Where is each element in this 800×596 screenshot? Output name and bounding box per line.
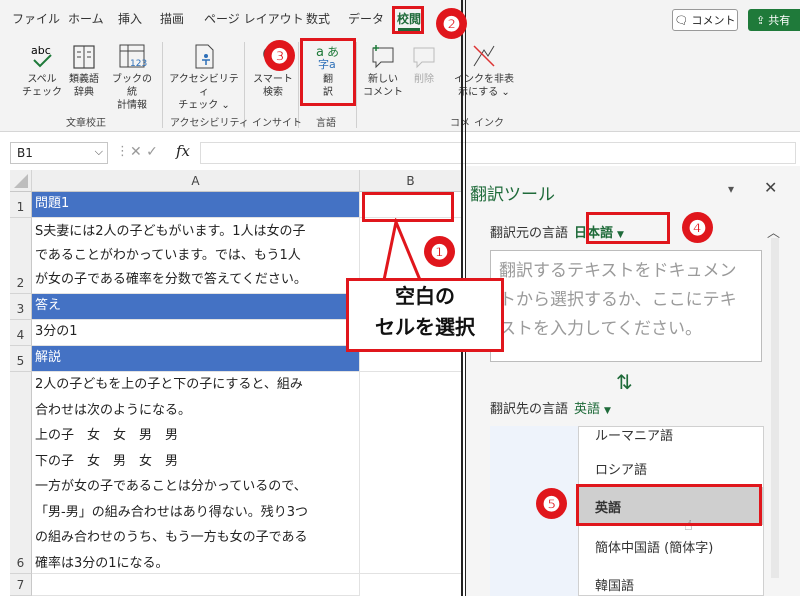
formula-input[interactable] [200, 142, 796, 164]
row-header[interactable]: 4 [10, 320, 32, 346]
close-icon[interactable]: ✕ [764, 178, 777, 197]
tab-home[interactable]: ホーム [68, 10, 104, 27]
translator-title: 翻訳ツール [470, 185, 555, 205]
tab-page-layout[interactable]: ページ レイアウト [204, 10, 304, 27]
insert-function-button[interactable]: fx [176, 142, 190, 160]
cell-a4[interactable]: 3分の1 [32, 320, 360, 346]
target-language-select[interactable]: 英語 ▼ [574, 398, 611, 417]
hide-ink-button[interactable]: インクを非表 示にする ⌄ [446, 42, 522, 99]
ribbon: abc スペル チェック 類義語 辞典 123 ブックの統 計情報 アクセシビリ… [0, 34, 800, 132]
language-option[interactable]: 簡体中国語 (簡体字) [579, 527, 763, 565]
column-header-a[interactable]: A [32, 170, 360, 192]
delete-comment-button[interactable]: 削除 [406, 42, 442, 86]
tab-draw[interactable]: 描画 [160, 10, 184, 27]
workbook-statistics-label: ブックの統 計情報 [112, 74, 152, 111]
workbook-statistics-icon: 123 [108, 42, 156, 70]
cell-a1[interactable]: 問題1 [32, 192, 360, 218]
step-4-badge: ❹ [682, 212, 713, 243]
row-header[interactable]: 7 [10, 574, 32, 596]
language-option[interactable]: ロシア語 [579, 449, 763, 487]
share-button-label: 共有 [768, 14, 791, 27]
highlight-source-language [586, 212, 670, 244]
spell-check-icon: abc [22, 42, 62, 70]
group-separator [162, 42, 163, 128]
chevron-down-icon[interactable]: ⌵ [95, 145, 103, 159]
cell-b6[interactable] [360, 372, 462, 574]
name-box-value: B1 [17, 146, 33, 160]
source-text-input[interactable]: 翻訳するテキストをドキュメントから選択するか、ここにテキストを入力してください。 [490, 250, 762, 362]
caret-down-icon: ▼ [604, 406, 611, 416]
target-language-value: 英語 [574, 402, 601, 417]
cancel-confirm-icons: ✕ ✓ [130, 144, 158, 160]
svg-text:abc: abc [31, 44, 51, 57]
source-language-label: 翻訳元の言語 [490, 226, 569, 241]
step-2-badge: ❷ [436, 8, 467, 39]
highlight-translate-button [300, 38, 356, 106]
cell-a2[interactable]: S夫妻には2人の子どもがいます。1人は女の子 であることがわかっています。では、… [32, 218, 360, 294]
cell-a7[interactable] [32, 574, 360, 596]
thesaurus-icon [64, 42, 104, 70]
accessibility-icon [168, 42, 240, 70]
svg-text:123: 123 [130, 59, 147, 69]
group-label-insights: インサイト [252, 118, 302, 129]
target-language-row: 翻訳先の言語 英語 ▼ [490, 398, 611, 417]
column-header-b[interactable]: B [360, 170, 462, 192]
tab-data[interactable]: データ [348, 10, 384, 27]
cell-a3[interactable]: 答え [32, 294, 360, 320]
accessibility-check-button[interactable]: アクセシビリティ チェック ⌄ [168, 42, 240, 112]
cell-a5[interactable]: 解説 [32, 346, 360, 372]
pane-scrollbar[interactable] [771, 238, 779, 578]
spell-check-label: スペル チェック [22, 74, 62, 98]
delete-comment-label: 削除 [414, 74, 434, 85]
group-label-ink: インク [474, 118, 504, 129]
group-label-comments: コメ [450, 118, 470, 129]
pane-options-icon[interactable]: ▾ [728, 182, 734, 196]
translation-output [490, 426, 580, 596]
group-label-language: 言語 [316, 118, 336, 129]
row-header[interactable]: 5 [10, 346, 32, 372]
highlight-english-option [576, 484, 762, 526]
group-label-proofing: 文章校正 [66, 118, 106, 129]
cell-a6[interactable]: 2人の子どもを上の子と下の子にすると、組み 合わせは次のようになる。 上の子 女… [32, 372, 360, 574]
tab-file[interactable]: ファイル [12, 10, 60, 27]
highlight-review-tab [392, 6, 424, 34]
new-comment-label: 新しい コメント [363, 74, 403, 98]
select-all-corner[interactable] [10, 170, 32, 192]
new-comment-button[interactable]: 新しい コメント [362, 42, 404, 99]
comment-button[interactable]: 🗨 コメント [672, 9, 738, 31]
step-1-badge: ❶ [424, 236, 455, 267]
hide-ink-icon [446, 42, 522, 70]
hide-ink-label: インクを非表 示にする ⌄ [454, 74, 514, 98]
new-comment-icon [362, 42, 404, 70]
tab-insert[interactable]: 挿入 [118, 10, 142, 27]
target-language-label: 翻訳先の言語 [490, 402, 569, 417]
row-header[interactable]: 6 [10, 372, 32, 574]
language-option[interactable]: 韓国語 [579, 565, 763, 595]
share-icon: ⇪ [756, 13, 766, 27]
comment-icon: 🗨 [674, 13, 689, 27]
formula-more-icon: ⋮ [116, 144, 129, 159]
callout-arrow [382, 218, 422, 281]
delete-comment-icon [406, 42, 442, 70]
instruction-callout: 空白の セルを選択 [346, 278, 504, 352]
row-header[interactable]: 2 [10, 218, 32, 294]
thesaurus-button[interactable]: 類義語 辞典 [64, 42, 104, 99]
share-button[interactable]: ⇪ 共有 [748, 9, 800, 31]
comment-button-label: コメント [691, 14, 736, 27]
accessibility-check-label: アクセシビリティ チェック ⌄ [169, 74, 239, 111]
step-3-badge: ❸ [264, 40, 295, 71]
name-box[interactable]: B1 ⌵ [10, 142, 108, 164]
swap-languages-icon[interactable]: ⇅ [616, 370, 633, 394]
smart-lookup-label: スマート 検索 [253, 74, 293, 98]
row-header[interactable]: 1 [10, 192, 32, 218]
spell-check-button[interactable]: abc スペル チェック [22, 42, 62, 99]
row-header[interactable]: 3 [10, 294, 32, 320]
workbook-statistics-button[interactable]: 123 ブックの統 計情報 [108, 42, 156, 112]
group-separator [356, 42, 357, 128]
tab-formulas[interactable]: 数式 [306, 10, 330, 27]
formula-bar: B1 ⌵ ⋮ ✕ ✓ fx [0, 138, 800, 166]
thesaurus-label: 類義語 辞典 [69, 74, 99, 98]
step-5-badge: ❺ [536, 488, 567, 519]
group-label-accessibility: アクセシビリティ [170, 118, 249, 129]
